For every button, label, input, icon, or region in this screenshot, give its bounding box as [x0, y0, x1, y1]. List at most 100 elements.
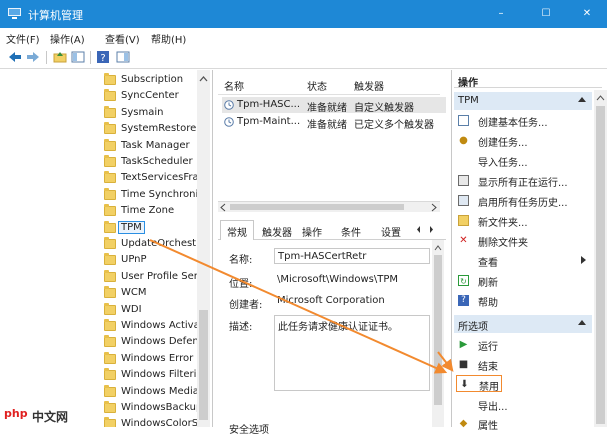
tree-item-label: TextServicesFra [121, 172, 199, 184]
properties-action[interactable]: ◆ 属性 [456, 415, 592, 432]
scroll-up-icon[interactable] [197, 73, 210, 86]
run-action[interactable]: ▶ 运行 [456, 336, 592, 353]
end-action[interactable]: ■ 结束 [456, 356, 592, 373]
name-field[interactable]: Tpm-HASCertRetr [274, 248, 430, 264]
actions-section-selected[interactable]: 所选项 [454, 315, 592, 333]
folder-icon [104, 319, 116, 331]
tree-item[interactable]: Sysmain [0, 105, 200, 122]
tree-item[interactable]: Windows Filterir [0, 368, 200, 384]
tree-item[interactable]: User Profile Ser [0, 269, 200, 286]
tree-item[interactable]: Time Synchroni [0, 187, 200, 204]
minimize-button[interactable]: – [479, 0, 523, 28]
description-field[interactable]: 此任务请求健康认证证书。 [274, 315, 430, 391]
tree-item[interactable]: SystemRestore [0, 122, 200, 138]
tree-item[interactable]: UPnP [0, 253, 200, 269]
scroll-thumb[interactable] [230, 204, 404, 210]
tree-item[interactable]: TPM [0, 220, 200, 237]
tree-item[interactable]: UpdateOrchestr [0, 237, 200, 253]
tree-item[interactable]: Windows Error [0, 351, 200, 368]
scroll-left-icon[interactable] [219, 203, 228, 212]
tree-item[interactable]: WDI [0, 302, 200, 319]
tree-item[interactable]: SyncCenter [0, 89, 200, 105]
folder-icon [104, 73, 116, 85]
tree-item[interactable]: TaskScheduler [0, 155, 200, 171]
tree-item[interactable]: Windows Defen [0, 335, 200, 351]
folder-icon [104, 302, 116, 315]
col-header-status[interactable]: 状态 [307, 78, 327, 93]
stop-icon: ■ [458, 359, 469, 370]
back-icon[interactable] [8, 50, 22, 64]
disable-action[interactable]: ⬇ 禁用 [456, 375, 502, 393]
tree-item-label: WindowsBackup [121, 402, 203, 413]
col-header-trigger[interactable]: 触发器 [354, 78, 384, 93]
show-running-action[interactable]: 显示所有正在运行... [456, 172, 592, 189]
actions-section-tpm[interactable]: TPM [454, 92, 592, 110]
close-button[interactable]: ✕ [565, 0, 607, 28]
menu-file[interactable]: 文件(F) [6, 31, 40, 46]
tree-item[interactable]: WCM [0, 286, 200, 302]
location-label: 位置: [229, 279, 253, 290]
tree-item[interactable]: Windows Media [0, 384, 200, 401]
enable-history-action[interactable]: 启用所有任务历史... [456, 192, 592, 209]
tree-scrollbar[interactable] [197, 70, 210, 427]
tab-triggers[interactable]: 触发器 [262, 224, 292, 239]
folder-icon [104, 138, 116, 151]
tree-item-label: Task Manager [121, 139, 190, 151]
maximize-button[interactable]: ☐ [524, 0, 568, 28]
task-list-hscroll[interactable] [218, 201, 440, 212]
properties-pane-icon[interactable] [116, 50, 130, 64]
scroll-up-icon[interactable] [594, 92, 607, 104]
col-header-name[interactable]: 名称 [224, 78, 244, 93]
tab-scroll-left-icon[interactable] [414, 224, 424, 235]
create-task-action[interactable]: ● 创建任务... [456, 132, 592, 149]
collapse-icon[interactable] [578, 320, 586, 325]
detail-scrollbar[interactable] [432, 240, 444, 427]
scroll-thumb[interactable] [199, 310, 208, 420]
description-label: 描述: [229, 322, 253, 333]
scroll-thumb[interactable] [596, 106, 605, 424]
tree-item-label: Windows Defen [121, 336, 199, 348]
scroll-up-icon[interactable] [432, 242, 444, 254]
tab-actions[interactable]: 操作 [302, 224, 322, 239]
up-folder-icon[interactable] [53, 50, 67, 64]
folder-icon [104, 286, 116, 299]
tree-item[interactable]: Subscription [0, 73, 200, 89]
refresh-icon: ↻ [458, 275, 469, 286]
import-task-action[interactable]: 导入任务... [456, 152, 592, 169]
submenu-arrow-icon [581, 256, 586, 264]
view-action[interactable]: 查看 [456, 252, 592, 269]
help-action[interactable]: ? 帮助 [456, 292, 592, 309]
actions-scrollbar[interactable] [594, 90, 607, 427]
general-tab-panel: 名称: Tpm-HASCertRetr 位置: \Microsoft\Windo… [218, 240, 446, 436]
folder-icon [104, 171, 116, 184]
tree-item-label: Sysmain [121, 106, 164, 118]
tree-item[interactable]: Windows Activa [0, 319, 200, 335]
scroll-right-icon[interactable] [429, 203, 438, 212]
refresh-action[interactable]: ↻ 刷新 [456, 272, 592, 289]
tab-conditions[interactable]: 条件 [341, 224, 361, 239]
folder-icon [104, 105, 116, 118]
delete-folder-action[interactable]: ✕ 删除文件夹 [456, 232, 592, 249]
folder-icon [104, 155, 116, 167]
scroll-thumb[interactable] [434, 255, 442, 405]
menu-view[interactable]: 查看(V) [105, 31, 140, 46]
folder-icon [104, 187, 116, 200]
help-icon[interactable]: ? [96, 50, 110, 64]
menu-help[interactable]: 帮助(H) [151, 31, 186, 46]
export-action[interactable]: 导出... [456, 396, 592, 413]
clock-icon [224, 100, 234, 110]
tree-item[interactable]: TextServicesFra [0, 171, 200, 187]
collapse-icon[interactable] [578, 97, 586, 102]
tab-scroll-right-icon[interactable] [426, 224, 436, 235]
tab-settings[interactable]: 设置 [381, 224, 401, 239]
tree-item[interactable]: Task Manager [0, 138, 200, 155]
new-folder-action[interactable]: 新文件夹... [456, 212, 592, 229]
menu-action[interactable]: 操作(A) [50, 31, 85, 46]
task-row[interactable]: Tpm-Maint... 准备就绪 已定义多个触发器 [222, 114, 446, 131]
show-tree-icon[interactable] [71, 50, 85, 64]
create-basic-task-action[interactable]: 创建基本任务... [456, 112, 592, 129]
tree-item[interactable]: Time Zone [0, 204, 200, 220]
forward-icon[interactable] [26, 50, 40, 64]
tree-item-label: SyncCenter [121, 90, 179, 102]
task-row[interactable]: Tpm-HASC... 准备就绪 自定义触发器 [222, 97, 446, 114]
